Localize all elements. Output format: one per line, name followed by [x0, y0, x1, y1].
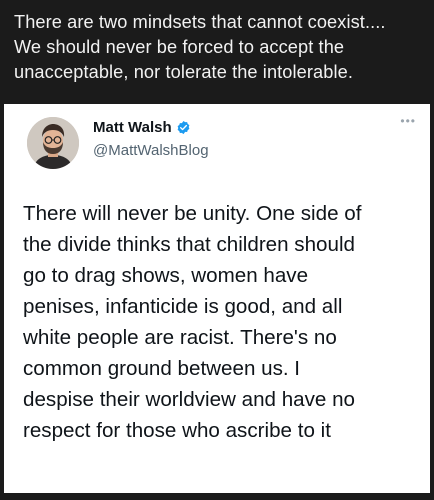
verified-badge-icon [176, 120, 191, 135]
tweet-line: white people are racist. There's no [23, 326, 337, 349]
tweet-line: There will never be unity. One side of [23, 202, 362, 225]
tweet-line: go to drag shows, women have [23, 264, 309, 287]
avatar[interactable] [27, 117, 79, 169]
tweet-line: common ground between us. I [23, 357, 301, 380]
tweet-line: penises, infanticide is good, and all [23, 295, 343, 318]
more-options-icon[interactable]: ••• [400, 115, 416, 127]
tweet-line: respect for those who ascribe to it [23, 419, 331, 442]
tweet-line: despise their worldview and have no [23, 388, 355, 411]
caption-text: There are two mindsets that cannot coexi… [0, 0, 434, 103]
author-name-row: Matt Walsh [93, 119, 191, 136]
tweet-line: the divide thinks that children should [23, 233, 355, 256]
caption-line: There are two mindsets that cannot coexi… [14, 12, 386, 32]
user-handle[interactable]: @MattWalshBlog [93, 142, 209, 159]
caption-line: We should never be forced to accept the [14, 37, 345, 57]
tweet-text: There will never be unity. One side of t… [23, 198, 423, 446]
caption-line: unacceptable, nor tolerate the intolerab… [14, 62, 353, 82]
tweet-card: Matt Walsh @MattWalshBlog ••• There will… [4, 104, 430, 493]
display-name[interactable]: Matt Walsh [93, 119, 172, 136]
